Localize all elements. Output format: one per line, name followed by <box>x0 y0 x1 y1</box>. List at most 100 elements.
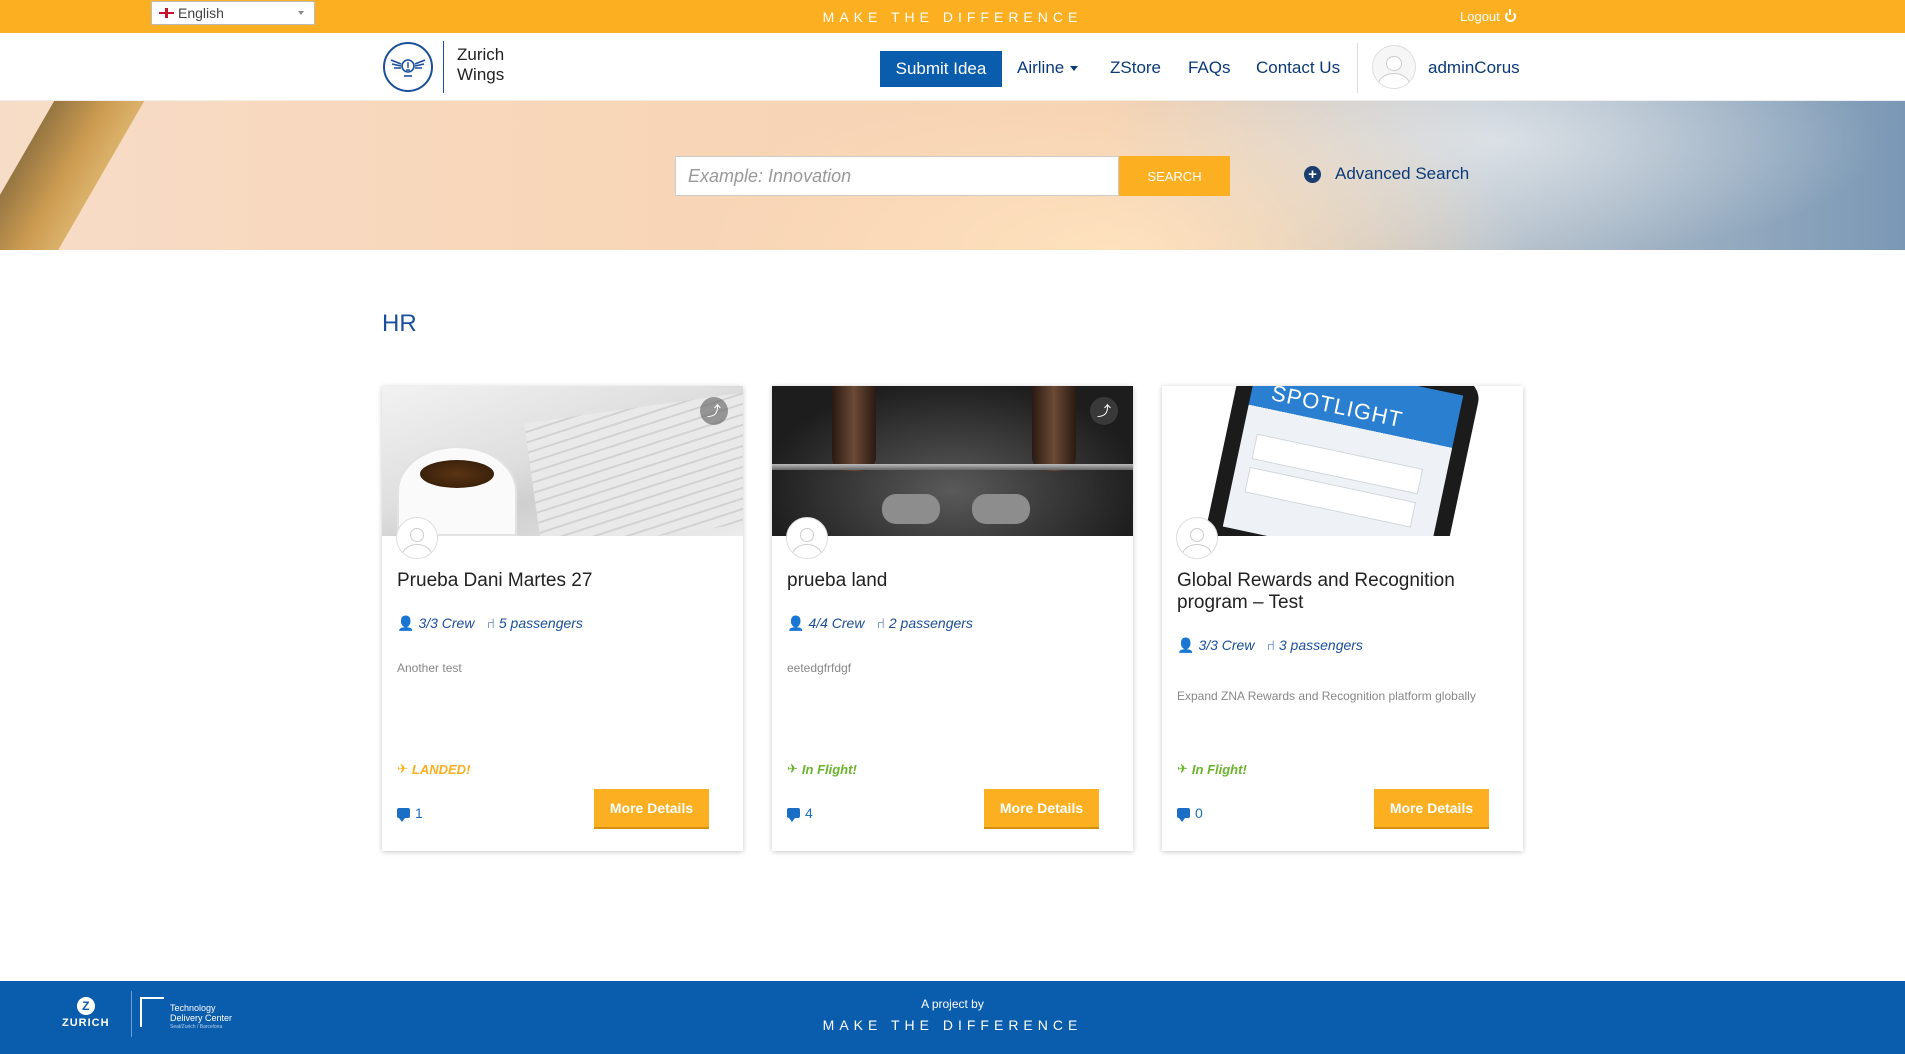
airplane-wing-image <box>0 101 150 250</box>
shoe-graphic <box>972 494 1030 524</box>
crew-count: 👤 4/4 Crew <box>787 615 864 632</box>
comment-icon <box>397 808 410 822</box>
spotlight-graphic-text: SPOTLIGHT <box>1269 386 1406 433</box>
avatar-head-icon <box>799 527 815 542</box>
takeoff-icon: ✈ <box>1177 761 1188 776</box>
card-meta: 👤 3/3 Crew ⑁ 3 passengers <box>1177 637 1363 654</box>
idea-card: ⤴ prueba land 👤 4/4 Crew ⑁ 2 passengers ee… <box>772 386 1133 851</box>
nav-faqs[interactable]: FAQs <box>1188 58 1231 78</box>
card-title[interactable]: prueba land <box>787 570 1122 592</box>
passenger-label: 3 passengers <box>1278 637 1363 653</box>
arm-graphic <box>1032 386 1076 471</box>
phone-screen-graphic: SPOTLIGHT <box>1222 386 1464 536</box>
card-description: Expand ZNA Rewards and Recognition platf… <box>1177 689 1476 703</box>
nav-zstore[interactable]: ZStore <box>1110 58 1161 78</box>
card-image-spotlight[interactable]: SPOTLIGHT <box>1162 386 1523 536</box>
crew-icon: 👤 <box>1177 637 1195 653</box>
seat-icon: ⑁ <box>1266 637 1275 653</box>
top-tagline: MAKE THE DIFFERENCE <box>822 9 1083 25</box>
share-icon[interactable]: ⤴ <box>700 397 728 425</box>
card-title[interactable]: Global Rewards and Recognition program –… <box>1177 570 1512 614</box>
coffee-graphic <box>420 460 494 488</box>
nav-airline-label: Airline <box>1017 58 1065 77</box>
nav-airline-dropdown[interactable]: Airline <box>1017 58 1079 78</box>
status-label: In Flight! <box>801 761 857 777</box>
main-navbar: Zurich Wings Submit Idea Airline ZStore … <box>0 33 1905 101</box>
search-button[interactable]: SEARCH <box>1119 156 1230 196</box>
footer-project-by: A project by <box>921 997 984 1011</box>
advanced-search-link[interactable]: + Advanced Search <box>1304 164 1469 184</box>
passenger-count: ⑁ 3 passengers <box>1266 637 1362 654</box>
card-meta: 👤 3/3 Crew ⑁ 5 passengers <box>397 615 583 632</box>
landing-icon: ✈ <box>397 761 408 776</box>
share-icon[interactable]: ⤴ <box>1090 397 1118 425</box>
comment-icon <box>787 808 800 822</box>
author-avatar[interactable] <box>786 517 828 559</box>
barbell-graphic <box>772 464 1133 470</box>
more-details-button[interactable]: More Details <box>1374 789 1489 829</box>
takeoff-icon: ✈ <box>787 761 798 776</box>
comment-count[interactable]: 4 <box>787 805 813 822</box>
section-title: HR <box>382 310 417 337</box>
status-label: LANDED! <box>411 761 471 777</box>
top-bar: English MAKE THE DIFFERENCE Logout <box>0 0 1905 33</box>
wings-icon <box>390 59 426 77</box>
arm-graphic <box>832 386 876 471</box>
logo-divider <box>443 41 444 93</box>
author-avatar[interactable] <box>396 517 438 559</box>
nav-contact-us[interactable]: Contact Us <box>1256 58 1340 78</box>
status-badge: ✈ In Flight! <box>787 761 857 777</box>
card-title[interactable]: Prueba Dani Martes 27 <box>397 570 732 592</box>
phone-graphic: SPOTLIGHT <box>1201 386 1483 536</box>
username-link[interactable]: adminCorus <box>1428 58 1520 78</box>
logout-label: Logout <box>1460 9 1500 24</box>
seat-icon: ⑁ <box>486 615 495 631</box>
idea-card: SPOTLIGHT Global Rewards and Recognition… <box>1162 386 1523 851</box>
crew-count: 👤 3/3 Crew <box>1177 637 1254 654</box>
card-description: Another test <box>397 661 462 675</box>
card-meta: 👤 4/4 Crew ⑁ 2 passengers <box>787 615 973 632</box>
comment-count-value: 1 <box>415 805 423 821</box>
avatar-body-icon <box>791 543 823 558</box>
comment-count[interactable]: 0 <box>1177 805 1203 822</box>
caret-down-icon <box>1070 66 1079 72</box>
brand-name: Zurich Wings <box>457 45 504 85</box>
avatar-head-icon <box>409 527 425 542</box>
author-avatar[interactable] <box>1176 517 1218 559</box>
logout-link[interactable]: Logout <box>1460 9 1516 24</box>
more-details-button[interactable]: More Details <box>594 789 709 829</box>
avatar-body-icon <box>401 543 433 558</box>
submit-idea-button[interactable]: Submit Idea <box>880 51 1002 87</box>
card-image-coffee[interactable]: ⤴ <box>382 386 743 536</box>
idea-card: ⤴ Prueba Dani Martes 27 👤 3/3 Crew ⑁ 5 pas… <box>382 386 743 851</box>
crew-icon: 👤 <box>787 615 805 631</box>
comment-count-value: 4 <box>805 805 813 821</box>
nav-divider <box>1357 43 1358 93</box>
plus-circle-icon: + <box>1304 165 1321 183</box>
avatar-head-icon <box>1189 527 1205 542</box>
passenger-count: ⑁ 2 passengers <box>876 615 972 632</box>
card-description: eetedgfrfdgf <box>787 661 852 675</box>
avatar-head-icon <box>1386 56 1402 72</box>
comment-count[interactable]: 1 <box>397 805 423 822</box>
advanced-search-label: Advanced Search <box>1335 164 1470 183</box>
footer: Z ZURICH Technology Delivery Center Seat… <box>0 981 1905 1054</box>
shoe-graphic <box>882 494 940 524</box>
avatar-body-icon <box>1378 72 1410 88</box>
passenger-count: ⑁ 5 passengers <box>486 615 582 632</box>
card-image-weightlifting[interactable]: ⤴ <box>772 386 1133 536</box>
crew-count: 👤 3/3 Crew <box>397 615 474 632</box>
zurich-wings-logo[interactable] <box>383 42 433 92</box>
seat-icon: ⑁ <box>876 615 885 631</box>
crew-label: 4/4 Crew <box>808 615 865 631</box>
footer-tagline: MAKE THE DIFFERENCE <box>822 1017 1083 1033</box>
user-avatar[interactable] <box>1372 45 1416 89</box>
search-input[interactable] <box>675 156 1119 196</box>
comment-icon <box>1177 808 1190 822</box>
passenger-label: 5 passengers <box>498 615 583 631</box>
crew-label: 3/3 Crew <box>1198 637 1255 653</box>
status-label: In Flight! <box>1191 761 1247 777</box>
more-details-button[interactable]: More Details <box>984 789 1099 829</box>
status-badge: ✈ LANDED! <box>397 761 470 777</box>
crew-label: 3/3 Crew <box>418 615 475 631</box>
